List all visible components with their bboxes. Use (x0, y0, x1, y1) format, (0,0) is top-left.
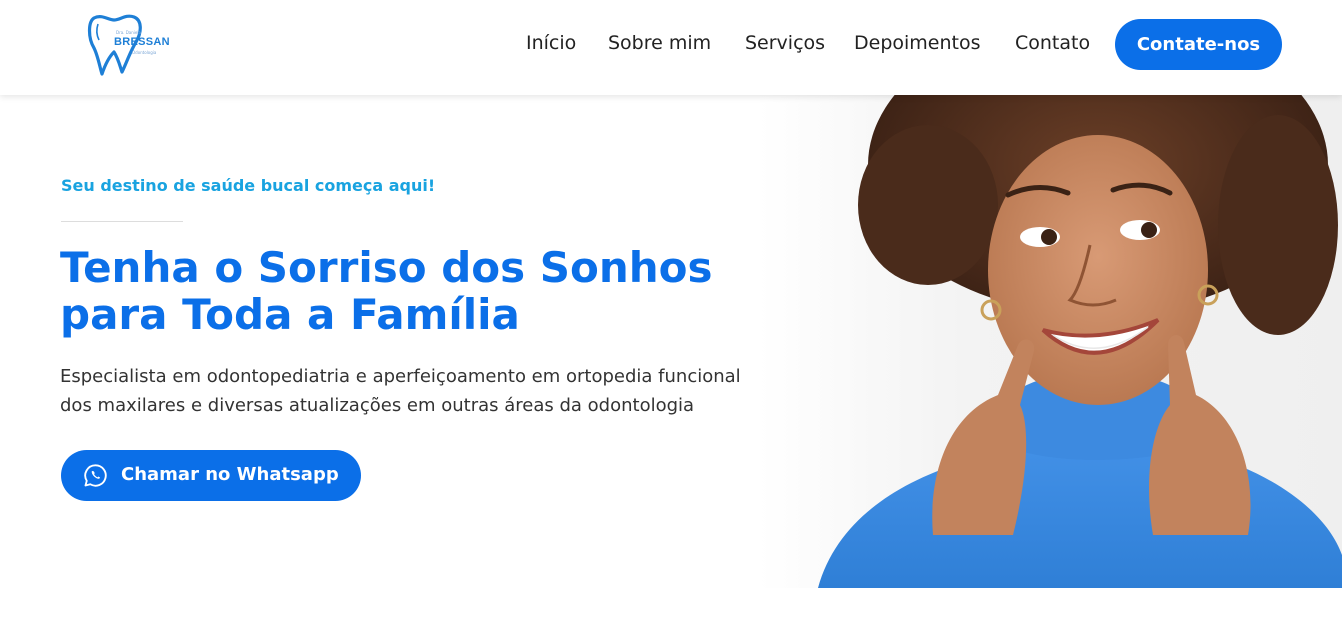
nav-sobre-mim[interactable]: Sobre mim (608, 32, 711, 54)
site-header: Dra. Daniela BRESSAN Odontologia Início … (0, 0, 1342, 95)
headline-line-1: Tenha o Sorriso dos Sonhos (60, 243, 713, 292)
whatsapp-icon (84, 464, 107, 487)
nav-depoimentos[interactable]: Depoimentos (854, 32, 981, 54)
nav-servicos[interactable]: Serviços (745, 32, 825, 54)
hero-headline: Tenha o Sorriso dos Sonhos para Toda a F… (60, 244, 760, 338)
hero-description: Especialista em odontopediatria e aperfe… (60, 362, 800, 420)
logo-small-text: Dra. Daniela (116, 30, 141, 35)
smiling-woman-photo (758, 95, 1342, 588)
nav-inicio[interactable]: Início (526, 32, 576, 54)
nav-contato[interactable]: Contato (1015, 32, 1090, 54)
tagline-divider (61, 221, 183, 222)
headline-line-2: para Toda a Família (60, 290, 520, 339)
contact-us-button[interactable]: Contate-nos (1115, 19, 1282, 70)
logo-wordmark: BRESSAN (114, 36, 170, 48)
whatsapp-button-label: Chamar no Whatsapp (121, 464, 339, 485)
hero-tagline: Seu destino de saúde bucal começa aqui! (61, 176, 436, 195)
logo-sub-text: Odontologia (132, 50, 157, 55)
site-logo[interactable]: Dra. Daniela BRESSAN Odontologia (86, 12, 176, 78)
description-line-1: Especialista em odontopediatria e aperfe… (60, 366, 741, 387)
hero-photo-illustration (758, 95, 1342, 588)
whatsapp-button[interactable]: Chamar no Whatsapp (61, 450, 361, 501)
description-line-2: dos maxilares e diversas atualizações em… (60, 395, 695, 416)
